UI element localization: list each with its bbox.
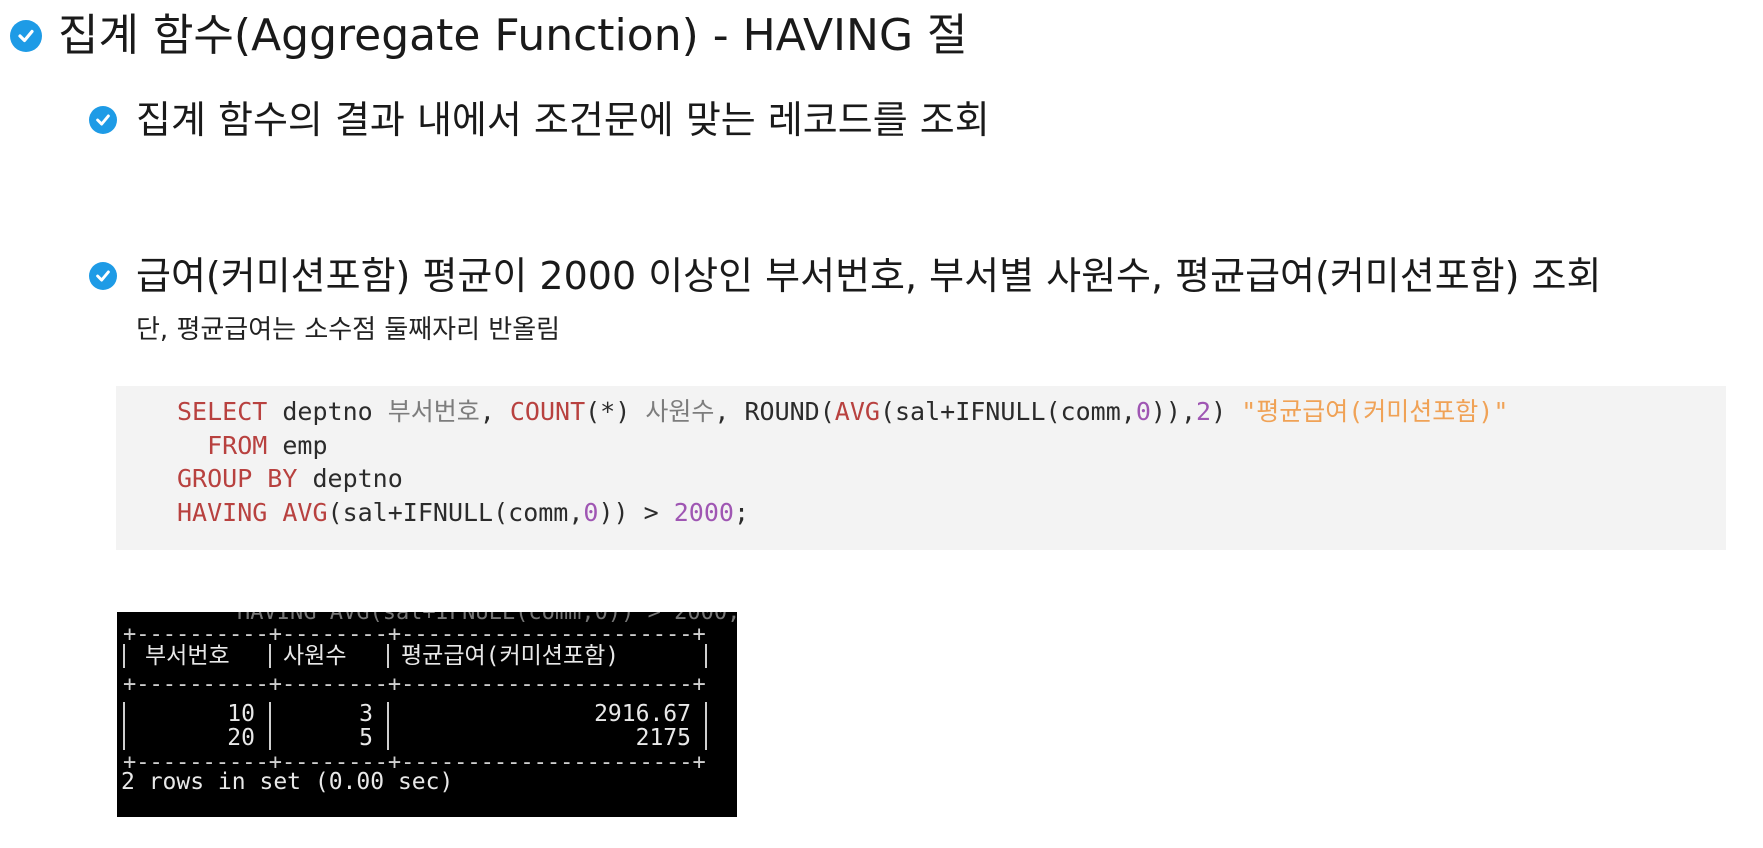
check-circle-icon [89,106,117,134]
code-line: FROM emp [207,430,328,460]
sql-code-block: SELECT deptno 부서번호, COUNT(*) 사원수, ROUND(… [177,395,1508,529]
code-line: SELECT deptno 부서번호, COUNT(*) 사원수, ROUND(… [177,397,1509,426]
cell-employee-count: 5 [359,725,373,751]
header-employee-count: 사원수 [283,643,347,669]
bullet-description: 집계 함수의 결과 내에서 조건문에 맞는 레코드를 조회 [136,98,990,142]
query-result-terminal: HAVING AVG(sal+IFNULL(comm,0)) > 2000; +… [117,612,737,817]
table-border-mid: +----------+--------+-------------------… [123,672,706,697]
bullet-query-goal: 급여(커미션포함) 평균이 2000 이상인 부서번호, 부서별 사원수, 평균… [136,254,1602,298]
check-circle-icon [10,20,42,52]
code-line: GROUP BY deptno [177,464,403,493]
cell-dept-number: 20 [227,725,255,751]
header-avg-salary: 평균급여(커미션포함) [401,643,620,669]
page-title: 집계 함수(Aggregate Function) - HAVING 절 [58,10,968,61]
table-row: 20 5 2175 [123,724,713,752]
cell-avg-salary: 2175 [635,725,691,751]
table-header-row: 부서번호 사원수 평균급여(커미션포함) [123,642,713,670]
check-circle-icon [89,262,117,290]
bullet-note: 단, 평균급여는 소수점 둘째자리 반올림 [136,315,561,345]
result-status: 2 rows in set (0.00 sec) [121,769,454,795]
header-dept-number: 부서번호 [145,643,230,669]
code-line: HAVING AVG(sal+IFNULL(comm,0)) > 2000; [177,497,750,527]
